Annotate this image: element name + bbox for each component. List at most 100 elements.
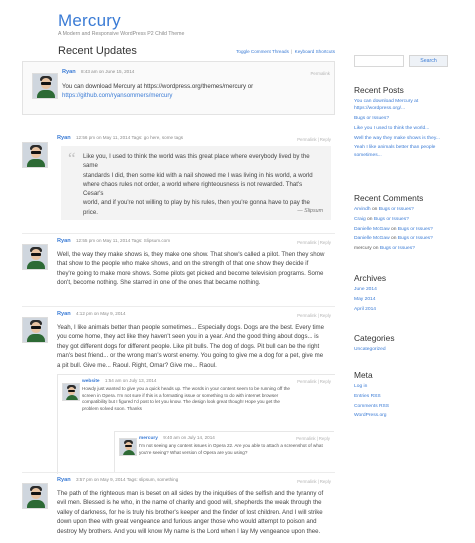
post-date[interactable]: 3:57 pm on May 9, 2014 Tags: slipsum, so… xyxy=(76,477,178,482)
comment-meta: website 1:54 am on July 13, 2014 xyxy=(82,378,156,384)
toggle-comment-threads-link[interactable]: Toggle Comment Threads xyxy=(236,49,289,54)
reply-link[interactable]: Reply xyxy=(320,137,331,142)
list-item: Arvindh on Bugs or Issues? xyxy=(354,207,414,212)
post-actions: Permalink|Reply xyxy=(297,313,331,318)
post-content: You can download Mercury at https://word… xyxy=(62,82,332,101)
header-links: Toggle Comment Threads | Keyboard Shortc… xyxy=(236,49,335,54)
comment-text: Howdy just wanted to give you a quick he… xyxy=(82,386,290,411)
permalink-link[interactable]: Permalink xyxy=(296,436,316,441)
quote-text: Like you, I used to think the world was … xyxy=(83,153,313,216)
avatar[interactable] xyxy=(22,244,48,270)
list-item[interactable]: Well the way they make shows is they... xyxy=(354,135,449,142)
permalink-link[interactable]: Permalink xyxy=(297,379,317,384)
post-item: Ryan 3:57 pm on May 9, 2014 Tags: slipsu… xyxy=(22,472,335,542)
post-author[interactable]: Ryan xyxy=(57,477,71,483)
list-item: Danielle McGaw on Bugs or Issues? xyxy=(354,236,433,242)
search-button[interactable]: Search xyxy=(409,55,448,67)
post-actions: Permalink|Reply xyxy=(297,479,331,484)
categories-list: Uncategorized xyxy=(354,346,449,356)
list-item[interactable]: Log in xyxy=(354,383,449,390)
site-title[interactable]: Mercury xyxy=(58,11,121,31)
post-date[interactable]: 8:43 am on June 15, 2014 xyxy=(81,69,134,74)
comment-date[interactable]: 1:54 am on July 13, 2014 xyxy=(105,378,157,383)
recent-comments-title: Recent Comments xyxy=(354,193,424,203)
search-input[interactable] xyxy=(354,55,404,67)
avatar[interactable] xyxy=(22,483,48,509)
list-item[interactable]: June 2014 xyxy=(354,286,449,293)
comment-reply: mercury 9:40 am on July 14, 2014 Permali… xyxy=(114,431,334,473)
permalink-link[interactable]: Permalink xyxy=(297,240,317,245)
reply-link[interactable]: Reply xyxy=(319,436,330,441)
list-item: mercury on Bugs or Issues? xyxy=(354,246,415,252)
post-actions: Permalink|Reply xyxy=(297,137,331,142)
post-author[interactable]: Ryan xyxy=(57,238,71,244)
post-author[interactable]: Ryan xyxy=(62,69,76,75)
archives-list: June 2014 May 2014 April 2014 xyxy=(354,286,449,315)
list-item[interactable]: Comments RSS xyxy=(354,403,449,410)
keyboard-shortcuts-link[interactable]: Keyboard Shortcuts xyxy=(295,49,335,54)
post-item: Ryan 12:55 pm on May 11, 2014 Tags: Slip… xyxy=(22,233,335,303)
list-item[interactable]: Like you I used to think the world... xyxy=(354,125,449,132)
meta-list: Log in Entries RSS Comments RSS WordPres… xyxy=(354,383,449,422)
permalink-link[interactable]: Permalink xyxy=(310,71,330,76)
post-item: Ryan 8:43 am on June 15, 2014 Permalink … xyxy=(22,61,335,115)
list-item[interactable]: Entries RSS xyxy=(354,393,449,400)
post-line: You can download Mercury at https://word… xyxy=(62,83,254,90)
comment-actions: Permalink|Reply xyxy=(296,436,330,441)
list-item[interactable]: April 2014 xyxy=(354,306,449,313)
post-author[interactable]: Ryan xyxy=(57,311,71,317)
archives-title: Archives xyxy=(354,273,387,283)
quote-mark-icon: “ xyxy=(68,149,76,168)
post-meta: Ryan 12:55 pm on May 11, 2014 Tags: Slip… xyxy=(57,238,170,244)
site-description: A Modern and Responsive WordPress P2 Chi… xyxy=(58,31,185,37)
recent-posts-list: You can download Mercury at https://word… xyxy=(354,98,449,161)
comment-text: I'm not seeing any content issues in Ope… xyxy=(139,443,323,455)
reply-link[interactable]: Reply xyxy=(320,240,331,245)
post-date[interactable]: 12:55 pm on May 11, 2014 Tags: Slipsum.c… xyxy=(76,238,170,243)
list-item: Craig on Bugs or Issues? xyxy=(354,216,409,222)
post-content: Yeah, I like animals better than people … xyxy=(57,324,325,369)
reply-link[interactable]: Reply xyxy=(320,379,331,384)
comment: website 1:54 am on July 13, 2014 Permali… xyxy=(57,374,335,474)
reply-link[interactable]: Reply xyxy=(320,479,331,484)
blockquote: “ Like you, I used to think the world wa… xyxy=(61,146,331,220)
list-item[interactable]: WordPress.org xyxy=(354,412,449,419)
recent-comments-list: Arvindh on Bugs or Issues? Craig on Bugs… xyxy=(354,206,449,255)
comment-date[interactable]: 9:40 am on July 14, 2014 xyxy=(163,435,215,440)
post-actions: Permalink xyxy=(310,71,330,76)
avatar[interactable] xyxy=(32,73,58,99)
comment-author[interactable]: website xyxy=(82,379,100,384)
avatar[interactable] xyxy=(22,317,48,343)
recent-posts-title: Recent Posts xyxy=(354,85,404,95)
comment-author[interactable]: mercury xyxy=(139,436,158,441)
list-item[interactable]: May 2014 xyxy=(354,296,449,303)
post-date[interactable]: 4:12 pm on May 9, 2014 xyxy=(76,311,126,316)
list-item: Danielle McGaw on Bugs or Issues? xyxy=(354,226,433,232)
permalink-link[interactable]: Permalink xyxy=(297,479,317,484)
post-date[interactable]: 12:56 pm on May 11, 2014 Tags: go here, … xyxy=(76,135,183,140)
quote-citation: — Slipsum xyxy=(297,208,323,214)
post-author[interactable]: Ryan xyxy=(57,135,71,141)
comment-actions: Permalink|Reply xyxy=(297,379,331,384)
post-meta: Ryan 8:43 am on June 15, 2014 xyxy=(62,69,134,75)
post-link[interactable]: https://github.com/ryansommers/mercury xyxy=(62,91,332,100)
list-item[interactable]: You can download Mercury at https://word… xyxy=(354,98,449,112)
list-item[interactable]: Yeah I like animals better than people s… xyxy=(354,144,449,158)
permalink-link[interactable]: Permalink xyxy=(297,313,317,318)
post-actions: Permalink|Reply xyxy=(297,240,331,245)
search-form: Search xyxy=(354,55,449,67)
list-item[interactable]: Bugs or Issues? xyxy=(354,115,449,122)
post-meta: Ryan 12:56 pm on May 11, 2014 Tags: go h… xyxy=(57,135,183,141)
avatar[interactable] xyxy=(62,383,80,401)
avatar[interactable] xyxy=(119,438,137,456)
permalink-link[interactable]: Permalink xyxy=(297,137,317,142)
categories-title: Categories xyxy=(354,333,395,343)
post-content: The path of the righteous man is beset o… xyxy=(57,490,324,535)
list-item[interactable]: Uncategorized xyxy=(354,346,449,353)
avatar[interactable] xyxy=(22,142,48,168)
meta-title: Meta xyxy=(354,370,373,380)
comment-meta: mercury 9:40 am on July 14, 2014 xyxy=(139,435,215,441)
reply-link[interactable]: Reply xyxy=(320,313,331,318)
post-meta: Ryan 4:12 pm on May 9, 2014 xyxy=(57,311,126,317)
post-meta: Ryan 3:57 pm on May 9, 2014 Tags: slipsu… xyxy=(57,477,178,483)
